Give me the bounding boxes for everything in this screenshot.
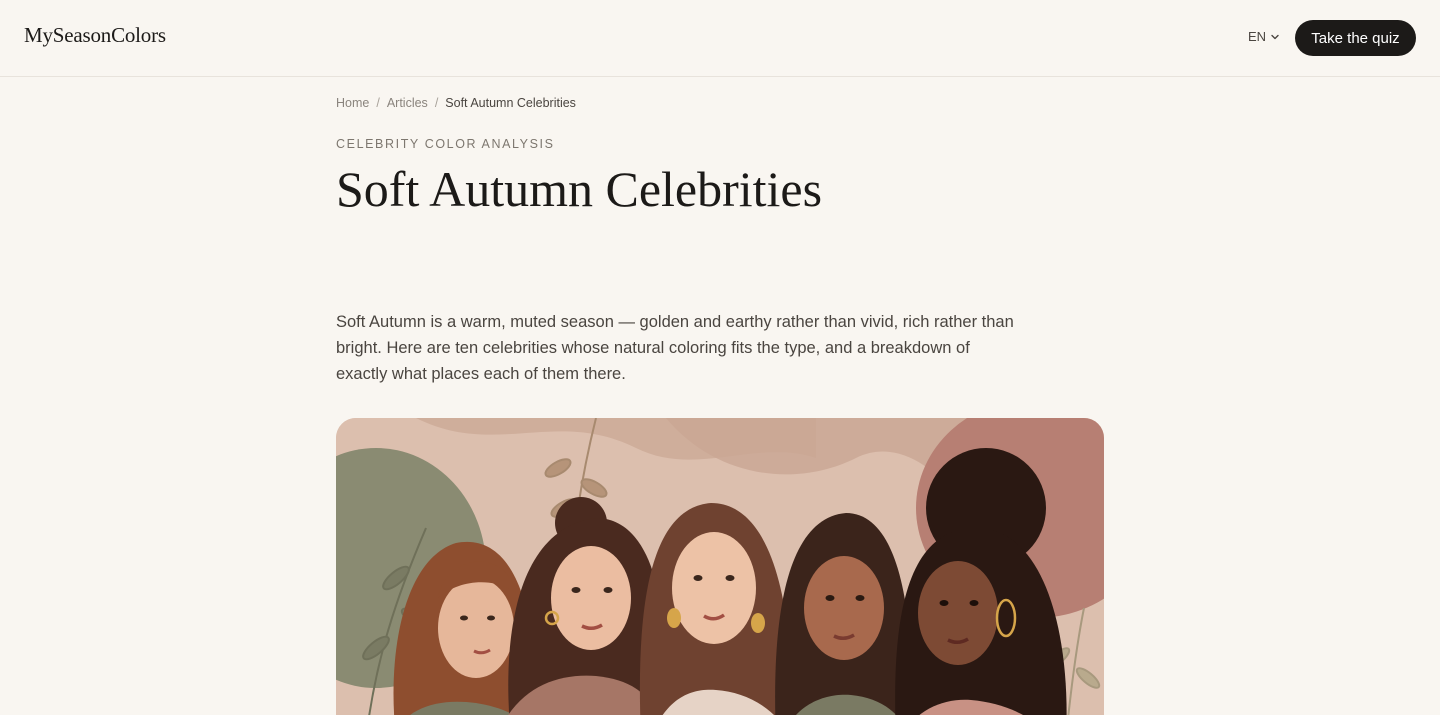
site-logo[interactable]: MySeasonColors xyxy=(24,23,166,48)
illustration-five-women-icon xyxy=(336,418,1104,715)
article-lede: Soft Autumn is a warm, muted season — go… xyxy=(336,313,1014,383)
site-header: MySeasonColors EN Take the quiz xyxy=(0,0,1440,77)
page-title: Soft Autumn Celebrities xyxy=(336,161,823,217)
breadcrumb: Home / Articles / Soft Autumn Celebritie… xyxy=(336,96,576,110)
breadcrumb-home[interactable]: Home xyxy=(336,96,369,110)
article-category: CELEBRITY COLOR ANALYSIS xyxy=(336,137,555,151)
chevron-down-icon xyxy=(1271,34,1279,39)
breadcrumb-separator: / xyxy=(376,96,380,110)
language-label: EN xyxy=(1248,29,1267,44)
take-quiz-button[interactable]: Take the quiz xyxy=(1295,20,1416,56)
language-selector[interactable]: EN xyxy=(1248,29,1280,44)
hero-image xyxy=(336,418,1104,715)
breadcrumb-current: Soft Autumn Celebrities xyxy=(445,96,576,110)
breadcrumb-articles[interactable]: Articles xyxy=(387,96,428,110)
breadcrumb-separator: / xyxy=(434,96,439,110)
